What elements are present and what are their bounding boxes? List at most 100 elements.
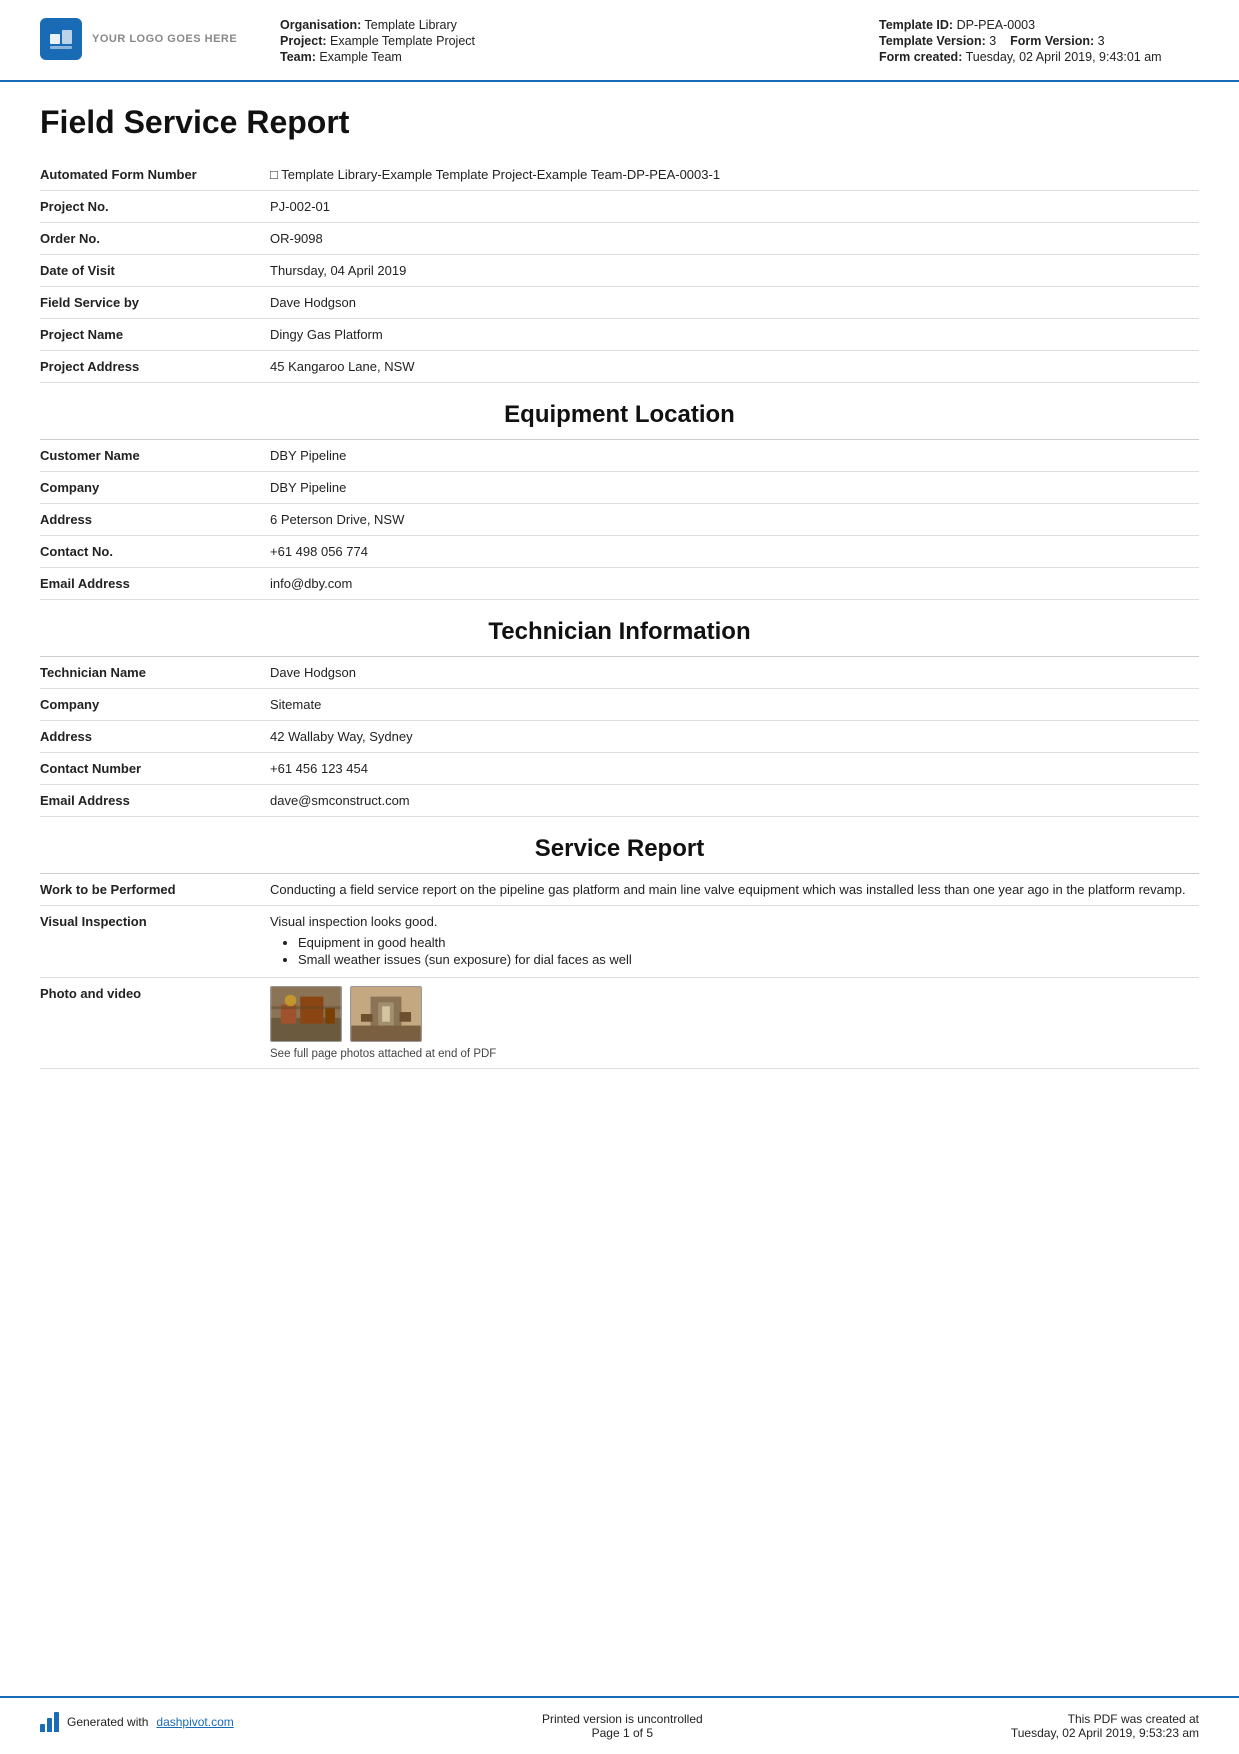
technician-table: Technician NameDave HodgsonCompanySitema…: [40, 657, 1199, 817]
footer-right: This PDF was created at Tuesday, 02 Apri…: [1011, 1712, 1199, 1740]
footer-right-line1: This PDF was created at: [1011, 1712, 1199, 1726]
footer: Generated with dashpivot.com Printed ver…: [0, 1696, 1239, 1754]
field-label: Company: [40, 689, 240, 721]
version-row: Template Version: 3 Form Version: 3: [879, 34, 1199, 48]
org-label: Organisation:: [280, 18, 361, 32]
field-value: dave@smconstruct.com: [240, 785, 1199, 817]
table-row: Project No.PJ-002-01: [40, 191, 1199, 223]
equipment-heading: Equipment Location: [40, 383, 1199, 439]
field-label: Field Service by: [40, 287, 240, 319]
form-version-value: 3: [1098, 34, 1105, 48]
table-row: Technician NameDave Hodgson: [40, 657, 1199, 689]
field-value: Thursday, 04 April 2019: [240, 255, 1199, 287]
service-table: Work to be PerformedConducting a field s…: [40, 874, 1199, 1069]
equipment-table: Customer NameDBY PipelineCompanyDBY Pipe…: [40, 440, 1199, 600]
logo-icon: [40, 18, 82, 60]
header-right: Template ID: DP-PEA-0003 Template Versio…: [879, 18, 1199, 66]
field-value: +61 456 123 454: [240, 753, 1199, 785]
photo-thumb-1: [270, 986, 342, 1042]
footer-center-line2: Page 1 of 5: [542, 1726, 703, 1740]
dashpivot-icon: [40, 1712, 59, 1732]
field-label: Work to be Performed: [40, 874, 240, 906]
form-version-label: Form Version:: [1010, 34, 1094, 48]
footer-center: Printed version is uncontrolled Page 1 o…: [542, 1712, 703, 1740]
table-row: Contact No.+61 498 056 774: [40, 536, 1199, 568]
photo-caption: See full page photos attached at end of …: [270, 1048, 1189, 1060]
form-created-row: Form created: Tuesday, 02 April 2019, 9:…: [879, 50, 1199, 64]
team-value: Example Team: [319, 50, 401, 64]
template-version-label: Template Version:: [879, 34, 986, 48]
field-label: Photo and video: [40, 978, 240, 1069]
list-item: Small weather issues (sun exposure) for …: [298, 952, 1189, 967]
form-created-value: Tuesday, 02 April 2019, 9:43:01 am: [966, 50, 1162, 64]
field-value: Sitemate: [240, 689, 1199, 721]
table-row: Email Addressdave@smconstruct.com: [40, 785, 1199, 817]
field-value: 45 Kangaroo Lane, NSW: [240, 351, 1199, 383]
footer-center-line1: Printed version is uncontrolled: [542, 1712, 703, 1726]
logo-text: YOUR LOGO GOES HERE: [92, 32, 237, 46]
main-content: Field Service Report Automated Form Numb…: [0, 82, 1239, 1696]
form-fields-table: Automated Form Number□ Template Library-…: [40, 159, 1199, 383]
form-created-label: Form created:: [879, 50, 962, 64]
field-value: □ Template Library-Example Template Proj…: [240, 159, 1199, 191]
service-heading: Service Report: [40, 817, 1199, 873]
table-row: Order No.OR-9098: [40, 223, 1199, 255]
table-row: Address42 Wallaby Way, Sydney: [40, 721, 1199, 753]
field-label: Project No.: [40, 191, 240, 223]
table-row: Email Addressinfo@dby.com: [40, 568, 1199, 600]
table-row: Project Address45 Kangaroo Lane, NSW: [40, 351, 1199, 383]
field-value: DBY Pipeline: [240, 472, 1199, 504]
logo-box: YOUR LOGO GOES HERE: [40, 18, 240, 60]
photo-row: [270, 986, 1189, 1042]
dashpivot-link[interactable]: dashpivot.com: [156, 1715, 233, 1729]
bullet-list: Equipment in good healthSmall weather is…: [270, 935, 1189, 967]
field-label: Address: [40, 721, 240, 753]
generated-with-text: Generated with: [67, 1715, 148, 1729]
field-label: Email Address: [40, 568, 240, 600]
table-row: Work to be PerformedConducting a field s…: [40, 874, 1199, 906]
table-row: Automated Form Number□ Template Library-…: [40, 159, 1199, 191]
field-value: 6 Peterson Drive, NSW: [240, 504, 1199, 536]
table-row: Address6 Peterson Drive, NSW: [40, 504, 1199, 536]
field-label: Order No.: [40, 223, 240, 255]
field-value: PJ-002-01: [240, 191, 1199, 223]
header-team-row: Team: Example Team: [280, 50, 879, 64]
table-row: CompanyDBY Pipeline: [40, 472, 1199, 504]
table-row: Field Service byDave Hodgson: [40, 287, 1199, 319]
field-label: Email Address: [40, 785, 240, 817]
field-value: OR-9098: [240, 223, 1199, 255]
page-title: Field Service Report: [40, 104, 1199, 141]
field-value: Conducting a field service report on the…: [240, 874, 1199, 906]
project-label: Project:: [280, 34, 327, 48]
field-label: Customer Name: [40, 440, 240, 472]
template-version-value: 3: [989, 34, 996, 48]
header-project-row: Project: Example Template Project: [280, 34, 879, 48]
field-value: info@dby.com: [240, 568, 1199, 600]
table-row: Customer NameDBY Pipeline: [40, 440, 1199, 472]
template-id-row: Template ID: DP-PEA-0003: [879, 18, 1199, 32]
footer-left: Generated with dashpivot.com: [40, 1712, 234, 1732]
field-value: 42 Wallaby Way, Sydney: [240, 721, 1199, 753]
table-row: Date of VisitThursday, 04 April 2019: [40, 255, 1199, 287]
field-label: Company: [40, 472, 240, 504]
field-label: Address: [40, 504, 240, 536]
field-value: See full page photos attached at end of …: [240, 978, 1199, 1069]
field-value: +61 498 056 774: [240, 536, 1199, 568]
table-row: Contact Number+61 456 123 454: [40, 753, 1199, 785]
table-row: CompanySitemate: [40, 689, 1199, 721]
field-label: Project Address: [40, 351, 240, 383]
template-id-label: Template ID:: [879, 18, 953, 32]
field-value: Dingy Gas Platform: [240, 319, 1199, 351]
project-value: Example Template Project: [330, 34, 475, 48]
field-value: Visual inspection looks good.Equipment i…: [240, 906, 1199, 978]
team-label: Team:: [280, 50, 316, 64]
field-value: DBY Pipeline: [240, 440, 1199, 472]
field-label: Date of Visit: [40, 255, 240, 287]
table-row: Visual InspectionVisual inspection looks…: [40, 906, 1199, 978]
field-label: Contact Number: [40, 753, 240, 785]
field-value: Dave Hodgson: [240, 287, 1199, 319]
org-value: Template Library: [365, 18, 457, 32]
field-label: Project Name: [40, 319, 240, 351]
header-meta: Organisation: Template Library Project: …: [280, 18, 879, 66]
header: YOUR LOGO GOES HERE Organisation: Templa…: [0, 0, 1239, 82]
